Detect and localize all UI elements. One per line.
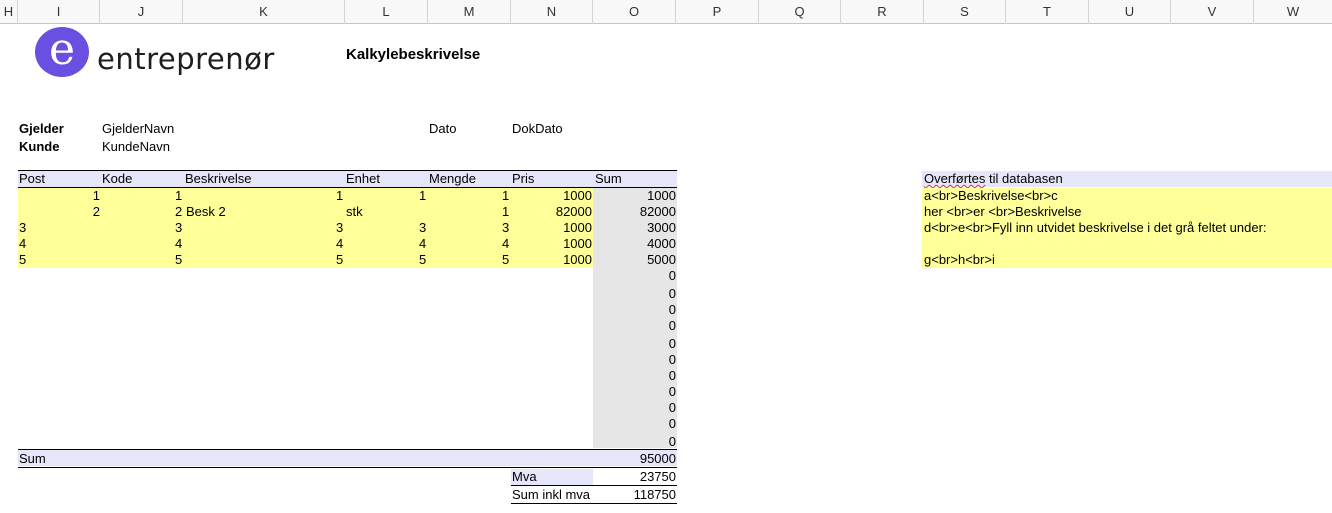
column-header-n[interactable]: N [511, 0, 593, 24]
sum-row-bottom-border [18, 467, 677, 468]
row5-mengde[interactable]: 5 [419, 252, 426, 268]
header-sum[interactable]: Sum [595, 171, 622, 187]
column-header-l[interactable]: L [345, 0, 428, 24]
row1-pris[interactable]: 1 [502, 188, 509, 204]
row4-kode[interactable]: 4 [175, 236, 182, 252]
column-header-u[interactable]: U [1089, 0, 1171, 24]
column-header-p[interactable]: P [676, 0, 759, 24]
row3-kode[interactable]: 3 [175, 220, 182, 236]
database-header-word: Overførtes [924, 171, 986, 186]
row2-beskrivelse[interactable]: Besk 2 [186, 204, 226, 220]
header-beskrivelse[interactable]: Beskrivelse [185, 171, 251, 187]
empty-sum-cell[interactable]: 0 [593, 400, 676, 416]
total-value[interactable]: 118750 [593, 487, 676, 503]
column-header-o[interactable]: O [593, 0, 676, 24]
kunde-label[interactable]: Kunde [19, 139, 59, 154]
row1-enhet[interactable]: 1 [336, 188, 343, 204]
row2-sum[interactable]: 82000 [593, 204, 676, 220]
row1-post[interactable]: 1 [18, 188, 100, 204]
row4-mengde[interactable]: 4 [419, 236, 426, 252]
row4-pris-amount[interactable]: 1000 [511, 236, 592, 252]
empty-sum-cell[interactable]: 0 [593, 336, 676, 352]
column-header-bar: H I J K L M N O P Q R S T U V W [0, 0, 1332, 24]
column-header-j[interactable]: J [100, 0, 183, 24]
kunde-value[interactable]: KundeNavn [102, 139, 170, 154]
row1-sum[interactable]: 1000 [593, 188, 676, 204]
header-pris[interactable]: Pris [512, 171, 534, 187]
row1-kode[interactable]: 1 [175, 188, 182, 204]
row3-pris[interactable]: 3 [502, 220, 509, 236]
row1-mengde[interactable]: 1 [419, 188, 426, 204]
row3-enhet[interactable]: 3 [336, 220, 343, 236]
database-header[interactable]: Overførtes til databasen [924, 171, 1063, 187]
dato-value[interactable]: DokDato [512, 121, 563, 136]
page-title[interactable]: Kalkylebeskrivelse [346, 46, 480, 63]
gjelder-value[interactable]: GjelderNavn [102, 121, 174, 136]
row2-pris-amount[interactable]: 82000 [511, 204, 592, 220]
row3-sum[interactable]: 3000 [593, 220, 676, 236]
database-line[interactable]: g<br>h<br>i [924, 252, 995, 268]
column-header-s[interactable]: S [924, 0, 1006, 24]
row2-kode[interactable]: 2 [175, 204, 182, 220]
header-post[interactable]: Post [19, 171, 45, 187]
empty-sum-cell[interactable]: 0 [593, 318, 676, 334]
mva-label[interactable]: Mva [512, 469, 537, 485]
dato-label[interactable]: Dato [429, 121, 456, 136]
column-header-v[interactable]: V [1171, 0, 1254, 24]
empty-sum-cell[interactable]: 0 [593, 368, 676, 384]
row5-post[interactable]: 5 [19, 252, 26, 268]
row3-mengde[interactable]: 3 [419, 220, 426, 236]
entreprenor-logo-icon: e [35, 27, 89, 77]
row1-pris-amount[interactable]: 1000 [511, 188, 592, 204]
row5-pris[interactable]: 5 [502, 252, 509, 268]
mva-value[interactable]: 23750 [593, 469, 676, 485]
row5-kode[interactable]: 5 [175, 252, 182, 268]
row4-enhet[interactable]: 4 [336, 236, 343, 252]
empty-sum-cell[interactable]: 0 [593, 286, 676, 302]
row3-pris-amount[interactable]: 1000 [511, 220, 592, 236]
row5-enhet[interactable]: 5 [336, 252, 343, 268]
total-label[interactable]: Sum inkl mva [512, 487, 590, 503]
database-header-rest: til databasen [985, 171, 1063, 186]
column-header-i[interactable]: I [18, 0, 100, 24]
column-header-w[interactable]: W [1254, 0, 1332, 24]
row3-post[interactable]: 3 [19, 220, 26, 236]
empty-sum-cell[interactable]: 0 [593, 384, 676, 400]
logo-text: entreprenør [97, 42, 275, 76]
column-header-r[interactable]: R [841, 0, 924, 24]
sum-label[interactable]: Sum [19, 451, 46, 467]
sum-row [18, 450, 677, 466]
header-enhet[interactable]: Enhet [346, 171, 380, 187]
empty-sum-cell[interactable]: 0 [593, 352, 676, 368]
row2-pris[interactable]: 1 [502, 204, 509, 220]
row4-sum[interactable]: 4000 [593, 236, 676, 252]
mva-row-border [511, 485, 677, 486]
row5-pris-amount[interactable]: 1000 [511, 252, 592, 268]
column-header-m[interactable]: M [428, 0, 511, 24]
database-line[interactable]: a<br>Beskrivelse<br>c [924, 188, 1058, 204]
row4-pris[interactable]: 4 [502, 236, 509, 252]
column-header-t[interactable]: T [1006, 0, 1089, 24]
gjelder-label[interactable]: Gjelder [19, 121, 64, 136]
sum-value[interactable]: 95000 [593, 451, 676, 467]
empty-sum-cell[interactable]: 0 [593, 434, 676, 450]
row2-enhet[interactable]: stk [346, 204, 363, 220]
row2-post[interactable]: 2 [18, 204, 100, 220]
database-line[interactable]: her <br>er <br>Beskrivelse [924, 204, 1082, 220]
database-line[interactable]: d<br>e<br>Fyll inn utvidet beskrivelse i… [924, 220, 1267, 236]
header-mengde[interactable]: Mengde [429, 171, 476, 187]
empty-sum-cell[interactable]: 0 [593, 268, 676, 284]
column-header-h[interactable]: H [0, 0, 18, 24]
column-header-k[interactable]: K [183, 0, 345, 24]
empty-sum-cell[interactable]: 0 [593, 416, 676, 432]
row4-post[interactable]: 4 [19, 236, 26, 252]
column-header-q[interactable]: Q [759, 0, 841, 24]
total-row-border [511, 503, 677, 504]
header-kode[interactable]: Kode [102, 171, 132, 187]
empty-sum-cell[interactable]: 0 [593, 302, 676, 318]
row5-sum[interactable]: 5000 [593, 252, 676, 268]
